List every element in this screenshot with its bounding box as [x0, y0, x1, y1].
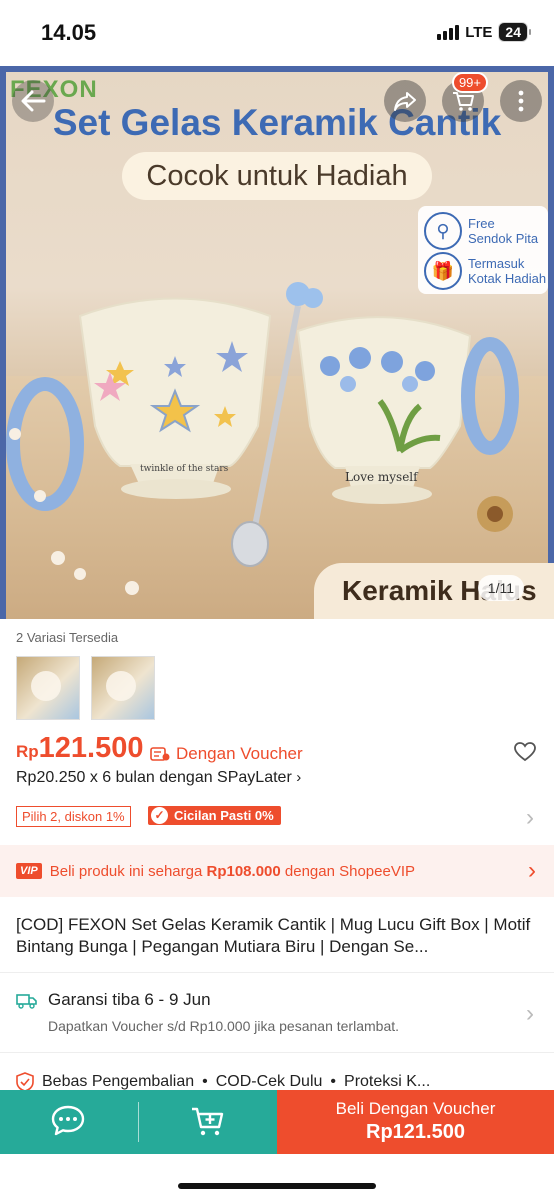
- clock: 14.05: [41, 20, 97, 45]
- divider: [0, 972, 554, 973]
- share-icon: [394, 92, 416, 111]
- signal-icon: [437, 24, 460, 40]
- chevron-right-icon: ›: [528, 857, 536, 884]
- cart-button[interactable]: 99+: [442, 72, 488, 122]
- shopee-vip-banner[interactable]: VIP Beli produk ini seharga Rp108.000 de…: [0, 845, 554, 897]
- svg-text:twinkle of the stars: twinkle of the stars: [140, 464, 229, 474]
- more-vertical-icon: [518, 90, 524, 112]
- add-to-cart-button[interactable]: [190, 1104, 226, 1143]
- chat-button[interactable]: [50, 1104, 86, 1143]
- svg-text:Love myself: Love myself: [345, 470, 419, 484]
- heart-icon: [514, 742, 536, 762]
- product-image-carousel[interactable]: twinkle of the stars Love myself FEXON S…: [0, 66, 554, 619]
- spoon-icon: ⚲: [424, 212, 462, 250]
- share-button[interactable]: [384, 80, 426, 122]
- voucher-label: Dengan Voucher: [150, 744, 303, 764]
- wishlist-button[interactable]: [514, 742, 536, 767]
- badge-gift: Termasuk Kotak Hadiah: [468, 256, 547, 286]
- guarantee-return: Bebas Pengembalian: [42, 1073, 195, 1090]
- variant-thumbnail-2[interactable]: [91, 656, 155, 720]
- guarantee-protection: Proteksi K...: [344, 1073, 431, 1090]
- variants-label: 2 Variasi Tersedia: [16, 630, 119, 645]
- product-title: [COD] FEXON Set Gelas Keramik Cantik | M…: [16, 915, 531, 956]
- divider: [0, 1052, 554, 1053]
- add-cart-icon: [192, 1107, 224, 1136]
- vip-text: Beli produk ini seharga Rp108.000 dengan…: [49, 862, 416, 880]
- price-currency: Rp: [16, 742, 39, 761]
- check-icon: ✓: [151, 807, 168, 824]
- shield-icon: [16, 1072, 34, 1092]
- chat-icon: [51, 1105, 85, 1136]
- badge-spoon: Free Sendok Pita: [468, 216, 539, 246]
- status-bar: 14.05 LTE 24: [0, 0, 554, 66]
- network-type: LTE: [465, 23, 493, 41]
- battery-level: 24: [499, 23, 531, 41]
- hero-badges: ⚲ Free Sendok Pita 🎁 Termasuk Kotak Hadi…: [418, 206, 548, 294]
- image-counter: 1/11: [477, 575, 524, 601]
- variant-thumbnail-1[interactable]: [16, 656, 80, 720]
- hero-subtitle: Cocok untuk Hadiah: [122, 152, 432, 200]
- installment-tag: ✓ Cicilan Pasti 0%: [148, 806, 281, 825]
- buy-button-price: Rp121.500: [366, 1121, 465, 1143]
- discount-tag: Pilih 2, diskon 1%: [16, 806, 131, 827]
- back-arrow-icon: [21, 90, 46, 112]
- cart-icon: [453, 92, 474, 111]
- back-button[interactable]: [12, 80, 54, 122]
- installment-tag-text: Cicilan Pasti 0%: [174, 808, 274, 823]
- truck-icon: [16, 994, 37, 1009]
- buy-button-label: Beli Dengan Voucher: [335, 1099, 496, 1118]
- chevron-right-icon[interactable]: ›: [526, 804, 534, 832]
- buy-with-voucher-button[interactable]: Beli Dengan Voucher Rp121.500: [277, 1090, 554, 1154]
- mugs-illustration: twinkle of the stars Love myself: [6, 282, 519, 595]
- guarantee-cod: COD-Cek Dulu: [215, 1073, 323, 1090]
- divider: [138, 1102, 139, 1142]
- price: Rp121.500: [16, 732, 144, 765]
- vip-badge: VIP: [16, 863, 42, 879]
- bottom-action-bar: Beli Dengan Voucher Rp121.500: [0, 1090, 554, 1154]
- chevron-right-icon: ›: [296, 769, 302, 786]
- spaylater-installment[interactable]: Rp20.250 x 6 bulan dengan SPayLater ›: [16, 769, 301, 787]
- voucher-icon: [150, 747, 170, 761]
- cart-count-badge: 99+: [451, 72, 488, 93]
- shipping-voucher-note: Dapatkan Voucher s/d Rp10.000 jika pesan…: [48, 1018, 400, 1034]
- more-options-button[interactable]: [500, 80, 542, 122]
- gift-icon: 🎁: [424, 252, 462, 290]
- home-indicator[interactable]: [178, 1183, 376, 1189]
- shipping-estimate: Garansi tiba 6 - 9 Jun: [48, 990, 211, 1009]
- installment-text: Rp20.250 x 6 bulan dengan SPayLater: [16, 769, 292, 786]
- battery-icon: 24: [498, 22, 531, 42]
- guarantees-row[interactable]: Bebas Pengembalian • COD-Cek Dulu • Prot…: [16, 1072, 430, 1092]
- voucher-label-text: Dengan Voucher: [176, 744, 303, 763]
- price-value: 121.500: [38, 732, 144, 764]
- bottom-left-actions: [0, 1090, 277, 1154]
- chevron-right-icon[interactable]: ›: [526, 1000, 534, 1028]
